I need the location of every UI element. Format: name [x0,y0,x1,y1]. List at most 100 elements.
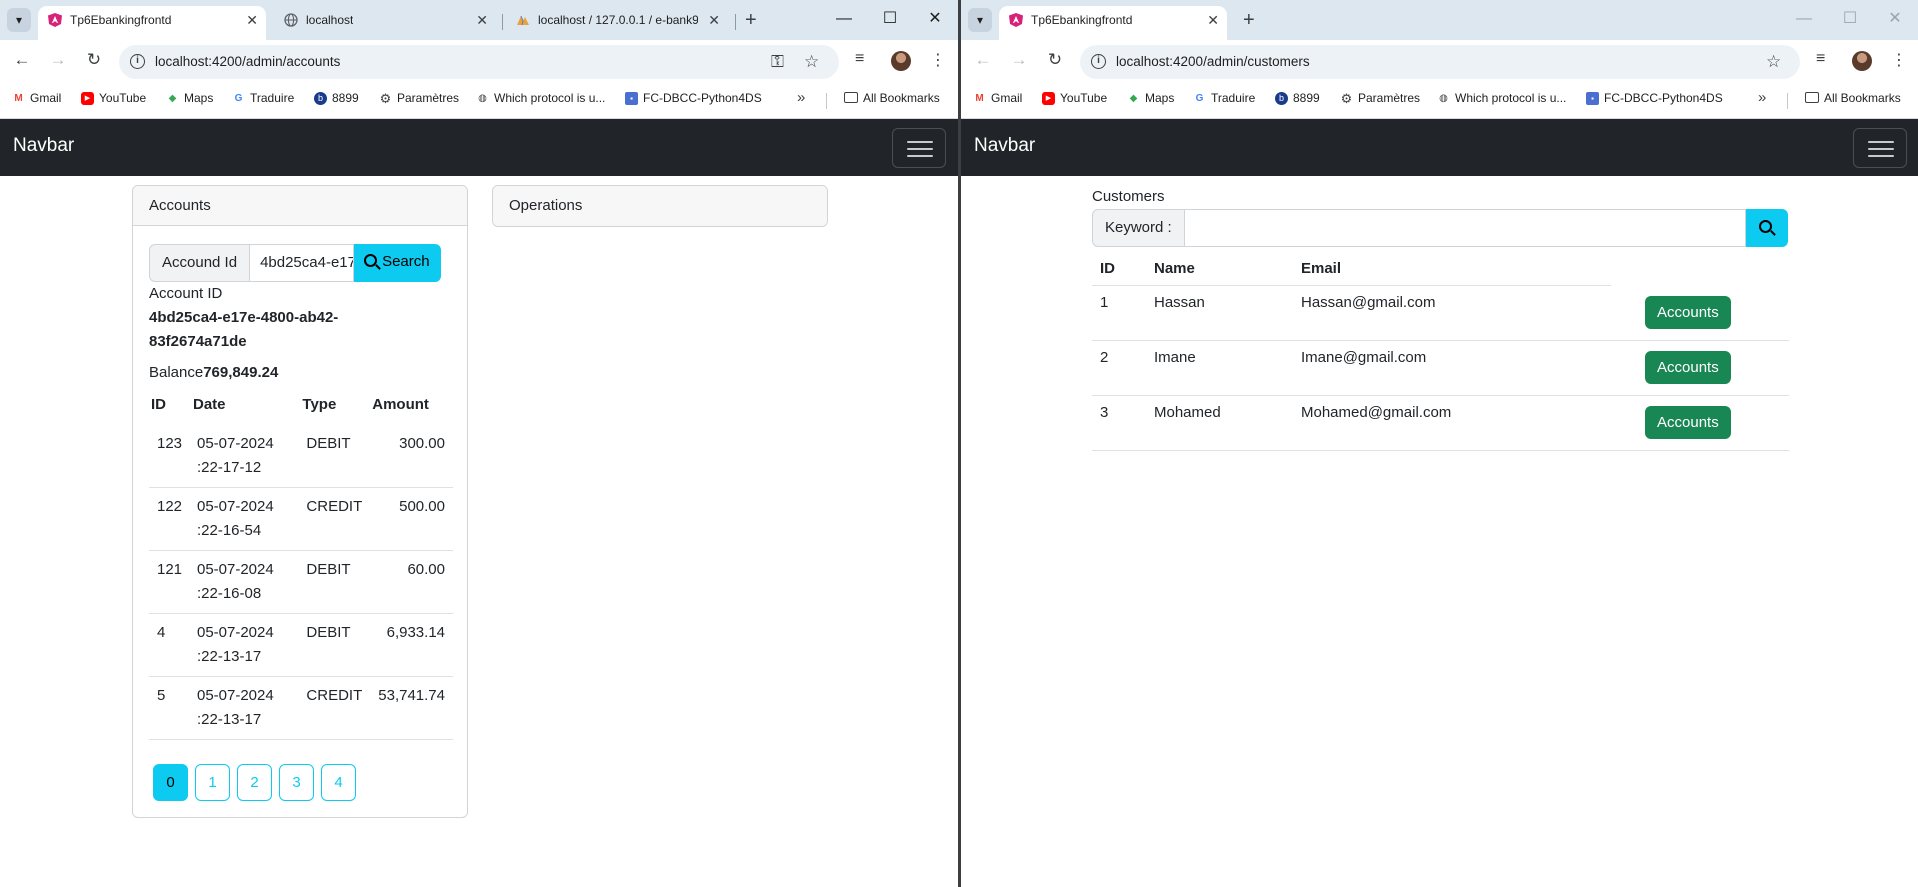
bookmark-maps[interactable]: ◆ Maps [166,91,214,105]
forward-arrow-icon[interactable]: → [46,50,70,70]
reload-icon[interactable]: ↻ [1043,50,1067,70]
tab-search-button[interactable]: ▾ [7,8,31,32]
tab-phpmyadmin[interactable]: localhost / 127.0.0.1 / e-bank9 ✕ [506,6,728,40]
all-bookmarks-folder[interactable]: All Bookmarks [1805,91,1901,105]
bookmark-gmail[interactable]: M Gmail [12,91,61,105]
keyword-input[interactable] [1184,209,1746,247]
search-button[interactable]: Search [354,244,441,282]
customer-action-cell: Accounts [1611,395,1789,451]
media-control-icon[interactable]: ≡ [855,50,864,68]
minimize-button[interactable]: — [821,4,867,34]
close-tab-icon[interactable]: ✕ [708,6,720,34]
address-bar[interactable]: i localhost:4200/admin/customers ☆ [1080,45,1800,79]
close-window-button[interactable]: ✕ [912,4,958,34]
op-type: DEBIT [300,550,371,614]
address-bar[interactable]: i localhost:4200/admin/accounts ⚿ ☆ [119,45,839,79]
gear-icon: ⚙ [379,91,392,106]
navbar-toggler-button[interactable] [892,128,946,168]
site-info-icon[interactable]: i [130,54,145,69]
op-date: 05-07-2024 :22-16-54 [190,487,301,551]
bookmark-traduire[interactable]: G Traduire [232,91,295,105]
site-info-icon[interactable]: i [1091,54,1106,69]
bookmark-which-protocol[interactable]: ◍ Which protocol is u... [1437,91,1566,105]
maximize-button[interactable]: ☐ [1827,4,1873,34]
bookmark-maps[interactable]: ◆ Maps [1127,91,1175,105]
page-button-4[interactable]: 4 [321,764,356,801]
tab-title: Tp6Ebankingfrontd [70,13,172,27]
back-arrow-icon[interactable]: ← [10,50,34,70]
close-window-button[interactable]: ✕ [1872,4,1918,34]
forward-arrow-icon[interactable]: → [1007,50,1031,70]
page-button-0[interactable]: 0 [153,764,188,801]
minimize-button[interactable]: — [1781,4,1827,34]
customer-accounts-button[interactable]: Accounts [1645,406,1731,439]
page-button-2[interactable]: 2 [237,764,272,801]
bookmark-fc-dbcc[interactable]: ▪ FC-DBCC-Python4DS [1586,91,1723,105]
reload-icon[interactable]: ↻ [82,50,106,70]
page-button-3[interactable]: 3 [279,764,314,801]
op-id: 121 [149,550,191,614]
tab-search-button[interactable]: ▾ [968,8,992,32]
page-button-1[interactable]: 1 [195,764,230,801]
back-arrow-icon[interactable]: ← [971,50,995,70]
globe-icon: ◍ [478,93,487,104]
navbar-brand[interactable]: Navbar [13,135,74,157]
account-id-input[interactable]: 4bd25ca4-e17e-4800-ab42-83f2674a71de [250,244,355,282]
contact-icon: ▪ [625,92,638,105]
hamburger-icon [1868,141,1894,143]
close-tab-icon[interactable]: ✕ [246,6,258,34]
bookmark-8899[interactable]: b 8899 [314,91,359,105]
op-date: 05-07-2024 :22-13-17 [190,676,301,740]
op-date: 05-07-2024 :22-13-17 [190,613,301,677]
bookmark-youtube[interactable]: ▶ YouTube [1042,91,1107,105]
new-tab-button[interactable]: + [745,6,757,34]
bookmark-label: Paramètres [397,91,460,105]
balance-value: 769,849.24 [203,364,279,381]
bookmark-fc-dbcc[interactable]: ▪ FC-DBCC-Python4DS [625,91,762,105]
maximize-button[interactable]: ☐ [867,4,913,34]
account-id-prefix: Accound Id [149,244,251,282]
bookmarks-overflow-icon[interactable]: » [797,89,805,106]
keyword-search-button[interactable] [1745,209,1788,247]
menu-dots-icon[interactable]: ⋮ [1891,50,1907,70]
tab-tp6ebanking[interactable]: Tp6Ebankingfrontd ✕ [38,6,266,40]
profile-avatar[interactable] [891,51,911,71]
op-type: DEBIT [300,425,371,488]
bookmark-youtube[interactable]: ▶ YouTube [81,91,146,105]
table-row: 123 05-07-2024 :22-17-12 DEBIT 300.00 [149,425,453,488]
keyword-label: Keyword : [1092,209,1185,247]
customer-accounts-button[interactable]: Accounts [1645,295,1731,329]
bookmark-gmail[interactable]: M Gmail [973,91,1022,105]
tab-separator [735,14,736,30]
bookmark-parametres[interactable]: ⚙ Paramètres [379,91,459,105]
gear-icon: ⚙ [1340,91,1353,106]
bookmark-star-icon[interactable]: ☆ [1766,52,1781,72]
search-icon [1758,220,1772,233]
close-tab-icon[interactable]: ✕ [476,6,488,34]
navbar-toggler-button[interactable] [1853,128,1907,168]
folder-icon [844,92,858,103]
balance-line: Balance769,849.24 [149,364,278,381]
bookmark-8899[interactable]: b 8899 [1275,91,1320,105]
account-id-value: 4bd25ca4-e17e-4800-ab42-83f2674a71de [149,309,339,350]
bookmarks-bar: M Gmail ▶ YouTube ◆ Maps G Traduire b 8899 ⚙ P… [0,83,958,119]
all-bookmarks-folder[interactable]: All Bookmarks [844,91,940,105]
menu-dots-icon[interactable]: ⋮ [930,50,946,70]
right-browser-window: ▾ Tp6Ebankingfrontd ✕ + — ☐ ✕ ← → ↻ i lo… [961,0,1918,887]
hamburger-icon [1868,148,1894,150]
navbar-brand[interactable]: Navbar [974,135,1035,157]
customer-accounts-button[interactable]: Accounts [1645,351,1731,384]
bookmark-traduire[interactable]: G Traduire [1193,91,1256,105]
maps-icon: ◆ [168,93,177,104]
bookmark-which-protocol[interactable]: ◍ Which protocol is u... [476,91,605,105]
bookmark-star-icon[interactable]: ☆ [804,52,819,72]
new-tab-button[interactable]: + [1243,6,1255,34]
media-control-icon[interactable]: ≡ [1816,50,1825,68]
password-key-icon[interactable]: ⚿ [771,52,784,72]
close-tab-icon[interactable]: ✕ [1207,6,1219,34]
tab-tp6ebanking[interactable]: Tp6Ebankingfrontd ✕ [999,6,1227,40]
profile-avatar[interactable] [1852,51,1872,71]
bookmarks-overflow-icon[interactable]: » [1758,89,1766,106]
tab-localhost[interactable]: localhost ✕ [274,6,496,40]
bookmark-parametres[interactable]: ⚙ Paramètres [1340,91,1420,105]
